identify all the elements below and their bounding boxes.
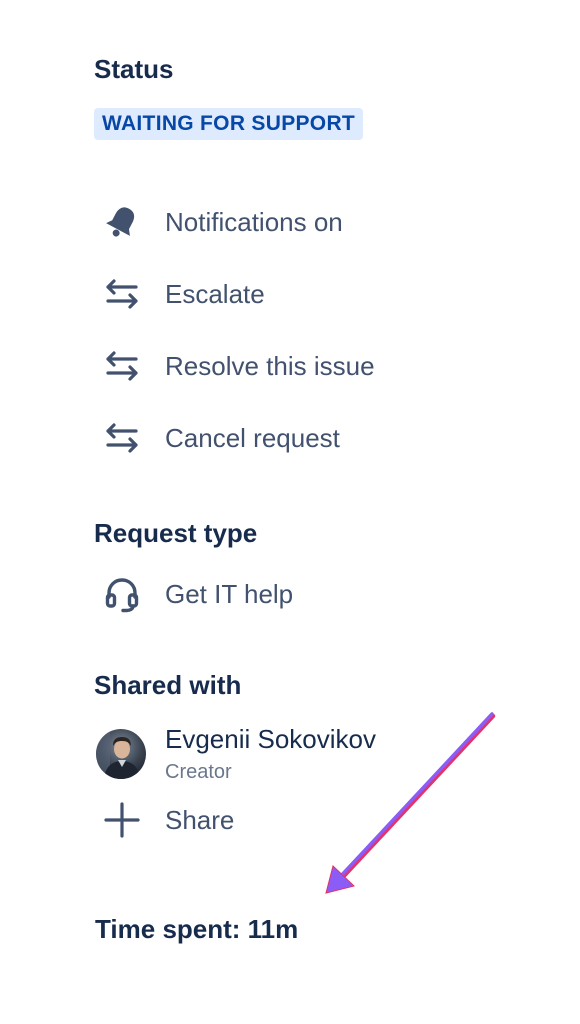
transition-arrows-icon [100,416,144,460]
shared-with-heading: Shared with [94,670,242,700]
avatar [96,729,146,779]
status-heading: Status [94,54,174,84]
annotation-arrow [325,712,496,894]
notifications-toggle[interactable]: Notifications on [100,200,343,244]
request-type-label: Get IT help [165,578,294,609]
resolve-issue-action[interactable]: Resolve this issue [100,344,375,388]
escalate-label: Escalate [165,278,265,309]
escalate-action[interactable]: Escalate [100,272,265,316]
participant[interactable]: Evgenii Sokovikov Creator [96,722,376,792]
participant-role: Creator [165,761,232,783]
headset-icon [100,572,144,616]
status-badge[interactable]: WAITING FOR SUPPORT [94,108,364,140]
time-spent: Time spent: 11m [95,914,299,944]
share-label: Share [165,804,235,835]
cancel-request-action[interactable]: Cancel request [100,416,340,460]
cancel-request-label: Cancel request [165,422,340,453]
plus-icon [100,798,144,842]
resolve-issue-label: Resolve this issue [165,350,375,381]
transition-arrows-icon [100,272,144,316]
participant-name: Evgenii Sokovikov [165,724,376,754]
bell-icon [100,200,144,244]
notifications-label: Notifications on [165,206,343,237]
transition-arrows-icon [100,344,144,388]
request-type-heading: Request type [94,518,258,548]
share-button[interactable]: Share [100,798,234,842]
request-type-value: Get IT help [100,572,293,616]
